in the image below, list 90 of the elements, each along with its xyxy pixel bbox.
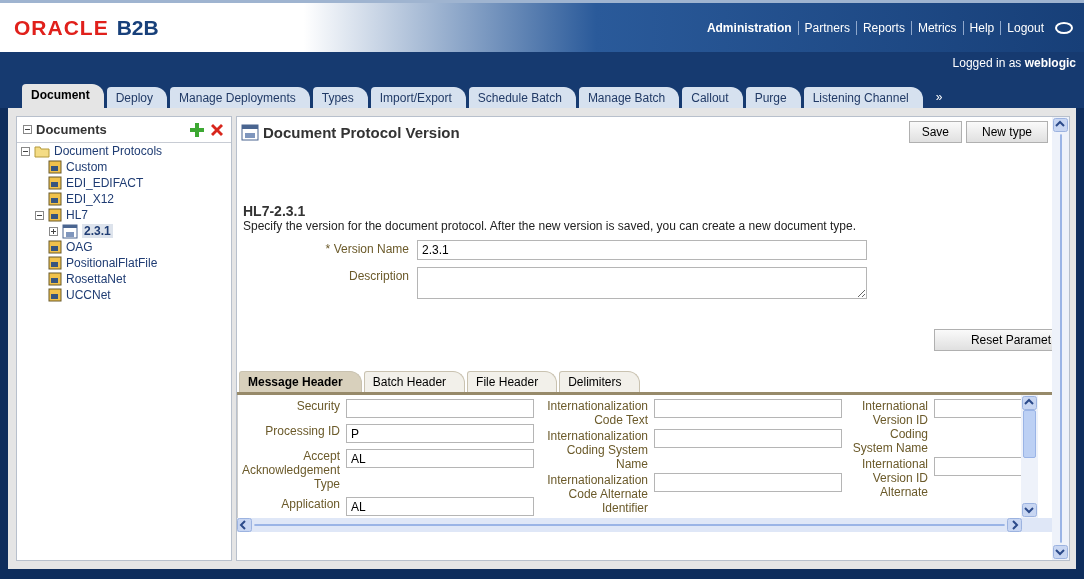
- document-icon: [48, 240, 62, 254]
- tab[interactable]: Schedule Batch: [468, 87, 576, 108]
- required-marker: *: [325, 242, 331, 256]
- field-label: Internationalization Code Alternate Identifier: [546, 473, 648, 515]
- input-field[interactable]: [654, 399, 842, 418]
- scroll-left-icon[interactable]: [237, 518, 252, 532]
- document-icon: [48, 288, 62, 302]
- field-label: Internationalization Code Text: [546, 399, 648, 427]
- input-field[interactable]: [934, 457, 1021, 476]
- scroll-right-icon[interactable]: [1007, 518, 1022, 532]
- field-label: International Version ID Coding System Name: [851, 399, 928, 455]
- tree-item[interactable]: Custom: [66, 160, 108, 174]
- input-field[interactable]: [346, 399, 534, 418]
- add-icon[interactable]: [189, 121, 205, 138]
- instructions: Specify the version for the document protocol. After the new version is saved, you can create a new document type.: [243, 219, 857, 233]
- tree-item[interactable]: Document Protocols: [54, 144, 163, 158]
- nav-link[interactable]: Help: [962, 20, 1001, 35]
- tree-item[interactable]: PositionalFlatFile: [66, 256, 158, 270]
- scroll-up-icon[interactable]: [1053, 118, 1068, 132]
- chat-icon[interactable]: [1054, 20, 1074, 35]
- panel-title: Document Protocol Version: [263, 123, 461, 141]
- field-label: Application: [280, 497, 340, 511]
- action-button[interactable]: Save: [908, 121, 962, 143]
- tree-item[interactable]: HL7: [66, 208, 88, 222]
- folder-icon: [34, 144, 50, 158]
- tab[interactable]: Callout: [682, 87, 743, 108]
- tab[interactable]: Document: [22, 84, 104, 108]
- field-label: Version Name: [333, 242, 409, 256]
- document-icon: [48, 208, 62, 222]
- document-icon: [48, 176, 62, 190]
- description-field[interactable]: [417, 267, 867, 299]
- scrollbar[interactable]: [237, 518, 1052, 532]
- document-icon: [62, 223, 78, 239]
- section-heading: HL7-2.3.1: [243, 203, 307, 219]
- login-status: Logged in as weblogic: [952, 56, 1076, 70]
- tab[interactable]: Delimiters: [559, 371, 641, 392]
- scroll-down-icon[interactable]: [1022, 503, 1037, 517]
- input-field[interactable]: [654, 429, 842, 448]
- tab[interactable]: Manage Deployments: [170, 87, 310, 108]
- scrollbar[interactable]: [1052, 117, 1069, 560]
- tab[interactable]: Listening Channel: [803, 87, 923, 108]
- tab[interactable]: Types: [312, 87, 368, 108]
- scroll-up-icon[interactable]: [1022, 396, 1037, 410]
- document-icon: [241, 123, 259, 141]
- tab[interactable]: Batch Header: [363, 371, 466, 392]
- collapse-toggle[interactable]: [35, 210, 44, 220]
- logo: ORACLE B2B: [14, 15, 159, 40]
- tree-item[interactable]: OAG: [66, 240, 93, 254]
- field-label: Internationalization Coding System Name: [546, 429, 648, 471]
- more-tabs[interactable]: »: [925, 90, 953, 108]
- nav-link[interactable]: Administration: [700, 20, 798, 35]
- nav-link[interactable]: Partners: [797, 20, 856, 35]
- document-icon: [48, 160, 62, 174]
- tab[interactable]: Import/Export: [370, 87, 466, 108]
- field-label: Processing ID: [264, 424, 340, 438]
- version-name-field[interactable]: 2.3.1: [417, 240, 867, 260]
- field-label: Security: [295, 399, 340, 413]
- tree-item[interactable]: UCCNet: [66, 288, 111, 302]
- input-field[interactable]: [934, 399, 1021, 418]
- tab[interactable]: Message Header: [239, 371, 362, 392]
- nav-link[interactable]: Logout: [1000, 20, 1050, 35]
- scroll-down-icon[interactable]: [1053, 545, 1068, 559]
- tab[interactable]: Deploy: [106, 87, 168, 108]
- field-label: International Version ID Alternate: [860, 457, 928, 499]
- expand-toggle[interactable]: [49, 226, 58, 236]
- scrollbar[interactable]: [1021, 395, 1038, 518]
- tree-item[interactable]: EDI_X12: [66, 192, 115, 206]
- document-icon: [48, 272, 62, 286]
- collapse-toggle[interactable]: [23, 125, 32, 134]
- tree-item[interactable]: 2.3.1: [82, 224, 113, 238]
- input-field[interactable]: P: [346, 424, 534, 443]
- input-field[interactable]: AL: [346, 497, 534, 516]
- sidebar-title: Documents: [36, 122, 108, 137]
- tab[interactable]: Purge: [745, 87, 801, 108]
- document-icon: [48, 256, 62, 270]
- input-field[interactable]: [654, 473, 842, 492]
- reset-button[interactable]: Reset Paramet: [934, 329, 1054, 351]
- delete-icon[interactable]: [209, 121, 225, 138]
- field-label: Accept Acknowledgement Type: [240, 449, 340, 491]
- document-icon: [48, 192, 62, 206]
- nav-link[interactable]: Metrics: [910, 20, 963, 35]
- input-field[interactable]: AL: [346, 449, 534, 468]
- nav-link[interactable]: Reports: [855, 20, 911, 35]
- field-label: Description: [348, 269, 409, 283]
- action-button[interactable]: New type: [966, 121, 1048, 143]
- tab[interactable]: File Header: [467, 371, 558, 392]
- collapse-toggle[interactable]: [21, 146, 30, 156]
- tree-item[interactable]: EDI_EDIFACT: [66, 176, 144, 190]
- tree-item[interactable]: RosettaNet: [66, 272, 127, 286]
- tab[interactable]: Manage Batch: [578, 87, 680, 108]
